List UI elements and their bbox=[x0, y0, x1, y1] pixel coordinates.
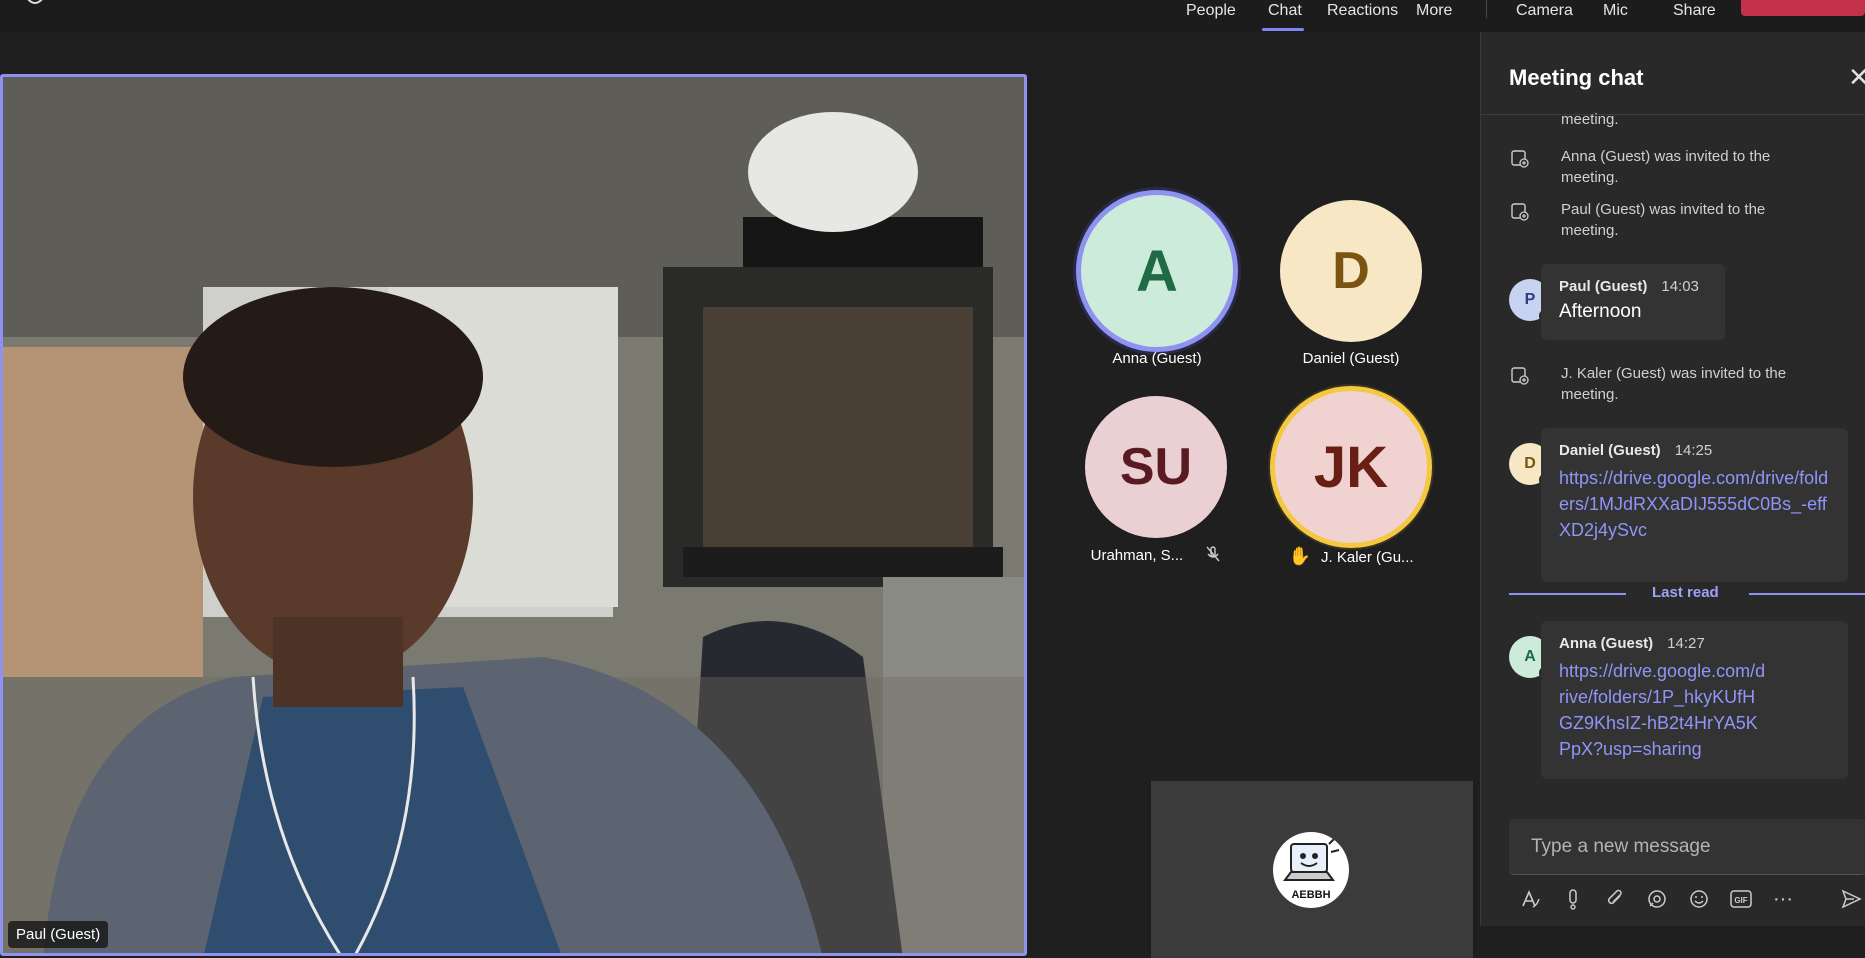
message-input-placeholder: Type a new message bbox=[1531, 836, 1711, 857]
important-icon[interactable] bbox=[1558, 884, 1588, 914]
loop-icon[interactable] bbox=[1642, 884, 1672, 914]
logo-text: AEBBH bbox=[1291, 889, 1330, 901]
svg-text:GIF: GIF bbox=[1734, 896, 1747, 905]
avatar: SU bbox=[1085, 396, 1227, 538]
message-link[interactable]: https://drive.google.com/drive/folders/1… bbox=[1559, 465, 1830, 543]
emoji-icon[interactable] bbox=[1684, 884, 1714, 914]
system-message-text: Anna (Guest) was invited to the meeting. bbox=[1561, 148, 1771, 186]
message-time: 14:03 bbox=[1661, 278, 1699, 295]
participant-tile-daniel[interactable]: D Daniel (Guest) bbox=[1256, 190, 1446, 367]
camera-button[interactable]: Camera bbox=[1516, 2, 1573, 20]
composer-toolbar: GIF ··· bbox=[1509, 884, 1865, 924]
self-view-tile[interactable]: AEBBH bbox=[1151, 781, 1473, 958]
more-options-icon[interactable]: ··· bbox=[1768, 884, 1798, 914]
send-icon[interactable] bbox=[1836, 884, 1865, 914]
participant-name-tag: Paul (Guest) bbox=[8, 921, 109, 948]
mic-button[interactable]: Mic bbox=[1603, 2, 1628, 20]
people-button[interactable]: People bbox=[1186, 2, 1236, 20]
chat-message[interactable]: Paul (Guest) 14:03 Afternoon bbox=[1541, 264, 1725, 340]
message-author: Anna (Guest) bbox=[1559, 635, 1654, 652]
toolbar-divider bbox=[1486, 0, 1487, 18]
participant-label-row: Urahman, S... bbox=[1056, 546, 1256, 564]
participant-name: Urahman, S... bbox=[1090, 547, 1184, 564]
gif-icon[interactable]: GIF bbox=[1726, 884, 1756, 914]
message-header: Anna (Guest) 14:27 bbox=[1559, 635, 1830, 652]
chat-message[interactable]: Daniel (Guest) 14:25 https://drive.google… bbox=[1541, 428, 1848, 582]
message-header: Paul (Guest) 14:03 bbox=[1559, 278, 1707, 295]
chat-button[interactable]: Chat bbox=[1268, 2, 1302, 20]
reactions-button[interactable]: Reactions bbox=[1327, 2, 1398, 20]
participant-name: J. Kaler (Gu... bbox=[1321, 549, 1414, 566]
invite-icon bbox=[1511, 203, 1529, 221]
chat-title: Meeting chat bbox=[1509, 65, 1644, 90]
close-icon[interactable]: ✕ bbox=[1848, 62, 1865, 93]
avatar: A bbox=[1076, 190, 1238, 352]
message-text: Afternoon bbox=[1559, 301, 1642, 322]
participant-tile-urahman[interactable]: SU Urahman, S... bbox=[1061, 386, 1251, 564]
message-header: Daniel (Guest) 14:25 bbox=[1559, 442, 1830, 459]
more-button[interactable]: More bbox=[1416, 2, 1452, 20]
avatar-initial: A bbox=[1524, 648, 1536, 665]
laptop-mascot-icon: AEBBH bbox=[1283, 837, 1340, 901]
participant-label-row: ✋ J. Kaler (Gu... bbox=[1251, 546, 1451, 567]
message-input[interactable]: Type a new message bbox=[1509, 819, 1865, 875]
video-frame bbox=[3, 77, 1024, 953]
message-link[interactable]: https://drive.google.com/drive/folders/1… bbox=[1559, 658, 1769, 762]
system-message-text: Paul (Guest) was invited to the meeting. bbox=[1561, 201, 1766, 239]
self-avatar: AEBBH bbox=[1273, 832, 1349, 908]
message-time: 14:25 bbox=[1674, 442, 1713, 459]
divider-line bbox=[1749, 593, 1865, 595]
system-message: J. Kaler (Guest) was invited to the meet… bbox=[1509, 363, 1829, 407]
avatar: JK bbox=[1270, 386, 1432, 548]
invite-icon bbox=[1511, 150, 1529, 168]
shield-icon bbox=[27, 0, 43, 4]
avatar-initial: P bbox=[1524, 291, 1536, 308]
attach-icon[interactable] bbox=[1600, 884, 1630, 914]
meeting-stage: Paul (Guest) A Anna (Guest) D Daniel (Gu… bbox=[0, 32, 1480, 958]
message-author: Paul (Guest) bbox=[1559, 278, 1648, 295]
invite-icon bbox=[1511, 367, 1529, 385]
last-read-label: Last read bbox=[1652, 584, 1719, 601]
meeting-toolbar: People Chat Reactions More Camera Mic Sh… bbox=[0, 0, 1865, 32]
avatar: D bbox=[1280, 200, 1422, 342]
raised-hand-icon: ✋ bbox=[1288, 546, 1311, 566]
chat-active-indicator bbox=[1262, 28, 1304, 31]
mic-off-icon bbox=[1206, 546, 1220, 562]
avatar-initial: D bbox=[1524, 455, 1536, 472]
divider-line bbox=[1509, 593, 1626, 595]
message-time: 14:27 bbox=[1667, 635, 1705, 652]
chat-header: Meeting chat ✕ bbox=[1481, 32, 1865, 115]
system-message-fragment: meeting. bbox=[1561, 111, 1619, 128]
system-message: Paul (Guest) was invited to the meeting. bbox=[1509, 199, 1829, 243]
participant-tile-jkaler[interactable]: JK ✋ J. Kaler (Gu... bbox=[1256, 386, 1446, 566]
format-icon[interactable] bbox=[1515, 884, 1545, 914]
last-read-divider: Last read bbox=[1509, 582, 1865, 606]
share-button[interactable]: Share bbox=[1673, 2, 1716, 20]
system-message-text: J. Kaler (Guest) was invited to the meet… bbox=[1561, 365, 1787, 403]
participant-name: Daniel (Guest) bbox=[1302, 350, 1400, 367]
leave-button[interactable] bbox=[1741, 0, 1865, 16]
message-author: Daniel (Guest) bbox=[1559, 442, 1661, 459]
participant-tile-anna[interactable]: A Anna (Guest) bbox=[1062, 190, 1252, 367]
system-message: Anna (Guest) was invited to the meeting. bbox=[1509, 146, 1829, 190]
chat-message[interactable]: Anna (Guest) 14:27 https://drive.google.c… bbox=[1541, 621, 1848, 779]
main-video-feed[interactable]: Paul (Guest) bbox=[0, 74, 1027, 956]
participant-name: Anna (Guest) bbox=[1112, 350, 1202, 367]
meeting-chat-panel: Meeting chat ✕ meeting. Anna (Guest) was… bbox=[1480, 32, 1865, 926]
